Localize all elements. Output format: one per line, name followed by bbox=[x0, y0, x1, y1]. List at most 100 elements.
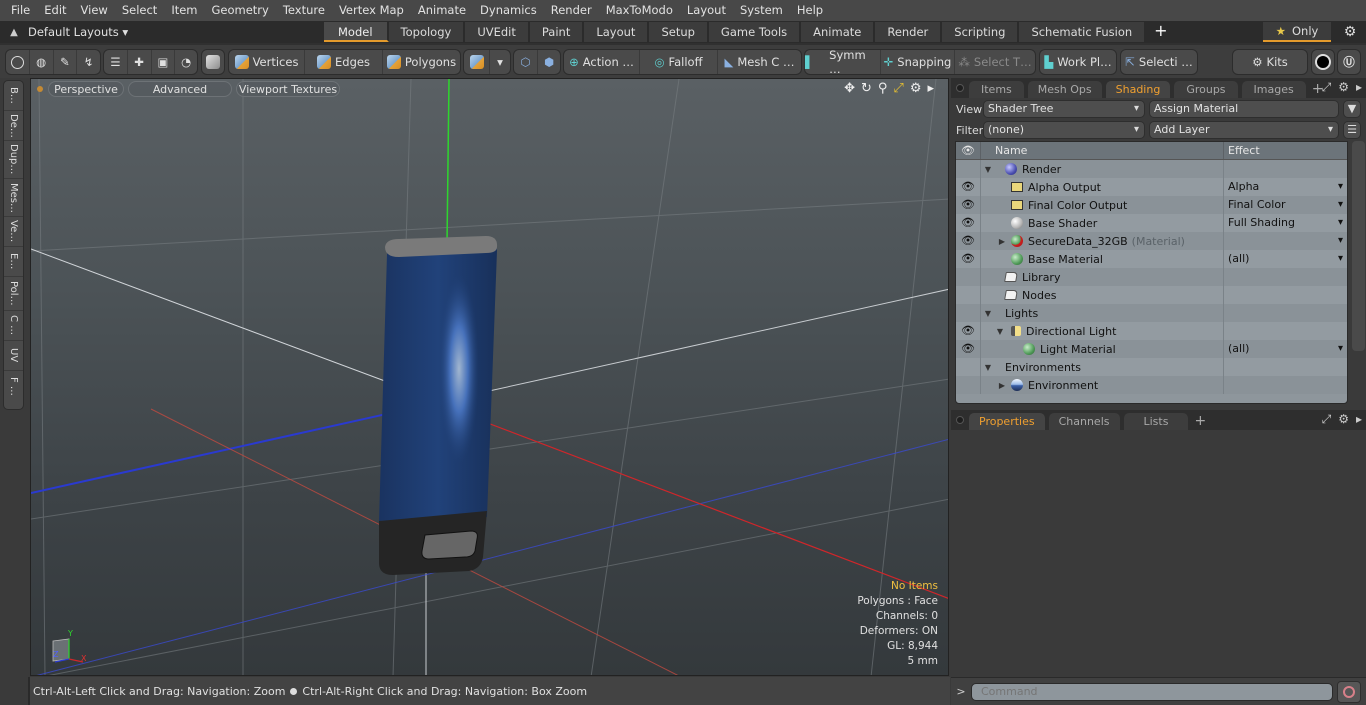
add-tab-button[interactable]: + bbox=[1146, 21, 1175, 43]
expand-icon[interactable]: ⤢ bbox=[1322, 412, 1332, 427]
tree-row-securedata-material[interactable]: 👁 ▶ SecureData_32GB (Material) bbox=[956, 232, 1347, 250]
visibility-eye-icon[interactable]: 👁 bbox=[956, 178, 981, 196]
command-history-button[interactable] bbox=[1337, 680, 1361, 703]
symmetry-button[interactable]: ▌ Symm … bbox=[805, 48, 881, 76]
list-options-icon[interactable]: ☰ bbox=[1343, 121, 1361, 139]
tab-topology[interactable]: Topology bbox=[388, 22, 466, 42]
only-toggle[interactable]: ★ Only bbox=[1263, 22, 1331, 42]
tab-model[interactable]: Model bbox=[324, 22, 389, 42]
tree-row-environments[interactable]: ▼ Environments bbox=[956, 358, 1347, 376]
expand-icon[interactable]: ⤢ bbox=[1322, 80, 1332, 95]
falloff-button[interactable]: ◎ Falloff bbox=[640, 50, 718, 74]
menu-texture[interactable]: Texture bbox=[276, 0, 332, 21]
tab-schematic-fusion[interactable]: Schematic Fusion bbox=[1019, 22, 1147, 42]
menu-layout[interactable]: Layout bbox=[680, 0, 733, 21]
expand-triangle-icon[interactable]: ▼ bbox=[995, 327, 1005, 336]
viewport-status-dot[interactable] bbox=[37, 86, 43, 92]
expand-triangle-icon[interactable]: ▼ bbox=[983, 309, 993, 318]
vtab-uv[interactable]: UV bbox=[4, 341, 23, 371]
unity-icon[interactable] bbox=[1312, 50, 1334, 74]
vtab-basic[interactable]: B… bbox=[4, 81, 23, 111]
menu-maxtomodo[interactable]: MaxToModo bbox=[599, 0, 680, 21]
tab-setup[interactable]: Setup bbox=[649, 22, 709, 42]
visibility-eye-icon[interactable]: 👁 bbox=[956, 340, 981, 358]
dial-icon[interactable]: ◔ bbox=[175, 50, 197, 74]
menu-item[interactable]: Item bbox=[164, 0, 204, 21]
viewport-textures-button[interactable]: Viewport Textures bbox=[236, 81, 340, 97]
selection-sets-button[interactable]: ⇱ Selecti … bbox=[1121, 50, 1197, 74]
center-icon[interactable]: ⬡ bbox=[514, 50, 538, 74]
menu-help[interactable]: Help bbox=[790, 0, 830, 21]
tree-row-environment[interactable]: ▶ Environment bbox=[956, 376, 1347, 394]
vtab-fusion[interactable]: F … bbox=[4, 371, 23, 401]
name-column-header[interactable]: Name bbox=[981, 142, 1224, 159]
visibility-eye-icon[interactable]: 👁 bbox=[956, 214, 981, 232]
tab-lists[interactable]: Lists bbox=[1123, 413, 1189, 430]
effect-dropdown[interactable]: Final Color bbox=[1224, 196, 1347, 214]
effect-dropdown[interactable]: (all) bbox=[1224, 250, 1347, 268]
vtab-deform[interactable]: De… bbox=[4, 111, 23, 141]
menu-render[interactable]: Render bbox=[544, 0, 599, 21]
shader-tree-scrollbar[interactable] bbox=[1352, 141, 1365, 351]
visibility-eye-icon[interactable]: 👁 bbox=[956, 196, 981, 214]
effect-dropdown[interactable]: Full Shading bbox=[1224, 214, 1347, 232]
tab-game-tools[interactable]: Game Tools bbox=[708, 22, 802, 42]
menu-system[interactable]: System bbox=[733, 0, 790, 21]
tab-groups[interactable]: Groups bbox=[1174, 81, 1238, 98]
gear-icon[interactable]: ⚙ bbox=[1340, 22, 1360, 42]
tree-row-light-material[interactable]: 👁 Light Material (all) bbox=[956, 340, 1347, 358]
tab-scripting[interactable]: Scripting bbox=[942, 22, 1020, 42]
tree-row-directional-light[interactable]: 👁 ▼ Directional Light bbox=[956, 322, 1347, 340]
tab-paint[interactable]: Paint bbox=[529, 22, 585, 42]
vtab-vertex[interactable]: Ve… bbox=[4, 217, 23, 247]
gear-icon[interactable]: ⚙ bbox=[910, 81, 922, 96]
frame-circle-icon[interactable]: ▣ bbox=[152, 50, 176, 74]
command-input[interactable] bbox=[971, 682, 1333, 701]
mode-dropdown-arrow[interactable]: ▾ bbox=[490, 50, 510, 74]
3d-viewport[interactable]: Y Z X Perspective Advanced Viewport Text… bbox=[30, 78, 949, 676]
pivot-icon[interactable]: ⬢ bbox=[538, 50, 560, 74]
menu-dynamics[interactable]: Dynamics bbox=[473, 0, 544, 21]
tree-row-final-color-output[interactable]: 👁 Final Color Output Final Color bbox=[956, 196, 1347, 214]
menu-vertex-map[interactable]: Vertex Map bbox=[332, 0, 411, 21]
tree-row-alpha-output[interactable]: 👁 Alpha Output Alpha bbox=[956, 178, 1347, 196]
tab-uvedit[interactable]: UVEdit bbox=[465, 22, 530, 42]
filter-dropdown[interactable]: (none) bbox=[983, 121, 1145, 139]
expand-triangle-icon[interactable]: ▼ bbox=[983, 363, 993, 372]
menu-file[interactable]: File bbox=[4, 0, 37, 21]
assign-material-button[interactable]: Assign Material bbox=[1149, 100, 1339, 118]
advanced-button[interactable]: Advanced bbox=[128, 81, 232, 97]
collapse-up-icon[interactable]: ▲ bbox=[0, 27, 28, 38]
unreal-icon[interactable]: Ⓤ bbox=[1338, 50, 1360, 74]
edges-button[interactable]: Edges bbox=[305, 50, 383, 74]
add-panel-tab-button[interactable]: + bbox=[1194, 413, 1206, 430]
panel-menu-dot[interactable] bbox=[956, 416, 964, 424]
gear-icon[interactable]: ⚙ bbox=[1338, 80, 1349, 95]
tab-items[interactable]: Items bbox=[969, 81, 1024, 98]
add-layer-dropdown[interactable]: Add Layer bbox=[1149, 121, 1339, 139]
vtab-edge[interactable]: E… bbox=[4, 247, 23, 277]
arrow-right-icon[interactable]: ▸ bbox=[927, 81, 934, 96]
effect-column-header[interactable]: Effect bbox=[1224, 142, 1260, 159]
effect-dropdown[interactable]: Alpha bbox=[1224, 178, 1347, 196]
menu-select[interactable]: Select bbox=[115, 0, 164, 21]
item-mode-button[interactable] bbox=[202, 50, 224, 74]
polygons-button[interactable]: Polygons bbox=[383, 50, 460, 74]
material-mode-button[interactable] bbox=[464, 50, 490, 74]
maximize-icon[interactable]: ⤢ bbox=[893, 81, 903, 96]
menu-geometry[interactable]: Geometry bbox=[205, 0, 276, 21]
tree-row-lights[interactable]: ▼ Lights bbox=[956, 304, 1347, 322]
move-icon[interactable]: ✥ bbox=[844, 81, 855, 96]
menu-edit[interactable]: Edit bbox=[37, 0, 73, 21]
effect-dropdown[interactable]: (all) bbox=[1224, 340, 1347, 358]
cross-unwrap-icon[interactable]: ✚ bbox=[128, 50, 152, 74]
panel-menu-dot[interactable] bbox=[956, 84, 964, 92]
layers-icon[interactable]: ☰ bbox=[104, 50, 128, 74]
tab-render[interactable]: Render bbox=[875, 22, 943, 42]
tab-shading[interactable]: Shading bbox=[1105, 81, 1171, 98]
expand-triangle-icon[interactable]: ▼ bbox=[983, 165, 993, 174]
work-plane-button[interactable]: ▙ Work Pl… bbox=[1040, 50, 1116, 74]
tree-row-base-material[interactable]: 👁 Base Material (all) bbox=[956, 250, 1347, 268]
gear-icon[interactable]: ⚙ bbox=[1338, 412, 1349, 427]
menu-view[interactable]: View bbox=[74, 0, 115, 21]
